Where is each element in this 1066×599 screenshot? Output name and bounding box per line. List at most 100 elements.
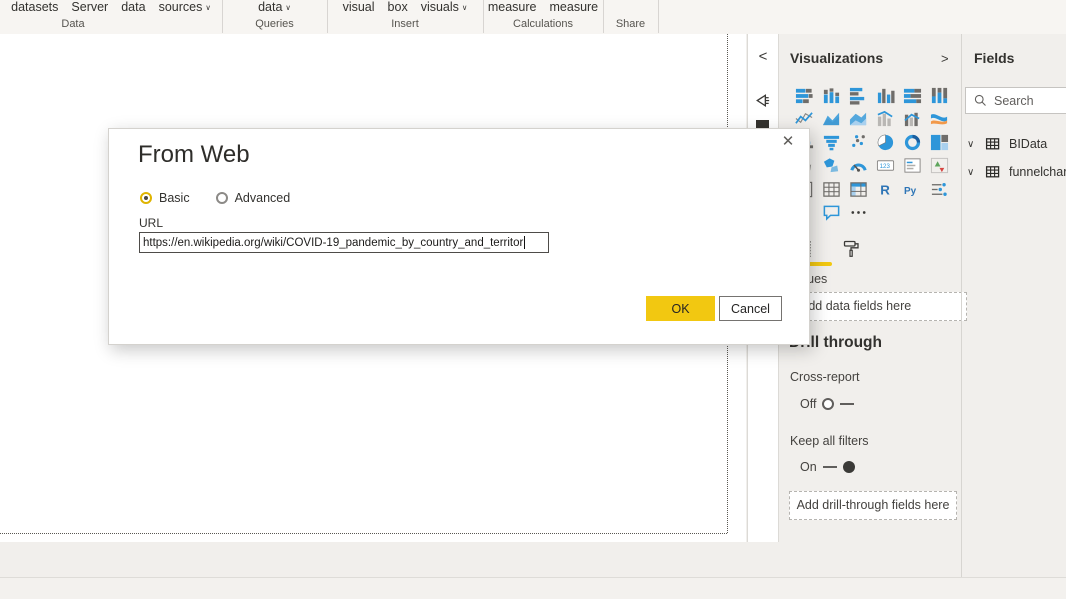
- ribbon-item-data[interactable]: data: [121, 0, 145, 14]
- ribbon-group-label: Share: [616, 18, 645, 30]
- ribbon-item-datasets[interactable]: datasets: [11, 0, 58, 14]
- keep-all-filters-label: Keep all filters: [790, 434, 869, 448]
- ribbon-group-share: Share: [603, 0, 659, 33]
- ribbon-items-calculations: measure measure: [488, 0, 598, 14]
- viz-key-influencers-icon[interactable]: [926, 178, 953, 200]
- search-icon: [973, 93, 988, 108]
- ribbon-items-data: datasets Server data sources∨: [11, 0, 211, 14]
- viz-stacked-area-chart-icon[interactable]: [845, 108, 872, 130]
- chevron-down-icon[interactable]: ∨: [967, 139, 977, 150]
- search-placeholder: Search: [994, 94, 1034, 108]
- mode-radio-group: Basic Advanced: [140, 191, 290, 205]
- viz-ribbon-chart-icon[interactable]: [926, 108, 953, 130]
- ribbon-group-data: datasetsServerdatasources∨ Data: [0, 0, 223, 33]
- radio-basic-label: Basic: [159, 191, 190, 205]
- ribbon-group-label: Insert: [391, 18, 419, 30]
- collapsed-pane-icon[interactable]: [756, 120, 769, 128]
- viz-python-visual-icon[interactable]: Py: [899, 178, 926, 200]
- table-icon: [985, 136, 1001, 152]
- chevron-down-icon[interactable]: ∨: [967, 167, 977, 178]
- dropdown-caret-icon: ∨: [205, 3, 211, 12]
- ribbon-group-label: Calculations: [513, 18, 573, 30]
- toggle-track-icon: [823, 466, 837, 468]
- viz-area-chart-icon[interactable]: [818, 108, 845, 130]
- add-data-fields-dropzone[interactable]: Add data fields here: [789, 292, 967, 321]
- viz-card-icon[interactable]: 123: [872, 155, 899, 177]
- filter-funnel-icon[interactable]: [753, 92, 772, 116]
- ribbon-group-label: Queries: [255, 18, 294, 30]
- ribbon-item-sources[interactable]: sources∨: [159, 0, 211, 14]
- url-input[interactable]: https://en.wikipedia.org/wiki/COVID-19_p…: [139, 232, 549, 253]
- toggle-on-knob-icon: [843, 461, 855, 473]
- viz-q-and-a-icon[interactable]: [818, 202, 845, 224]
- ribbon-item-measure[interactable]: measure: [550, 0, 599, 14]
- toggle-track-icon: [840, 403, 854, 405]
- dialog-title: From Web: [138, 141, 250, 169]
- radio-advanced[interactable]: Advanced: [216, 191, 291, 205]
- from-web-dialog: ✕ From Web Basic Advanced URL https://en…: [108, 128, 810, 345]
- table-icon: [985, 164, 1001, 180]
- viz-icon-grid: 123 R Py: [791, 84, 953, 225]
- viz-matrix-icon[interactable]: [845, 178, 872, 200]
- svg-text:Py: Py: [904, 185, 917, 196]
- viz-donut-chart-icon[interactable]: [899, 131, 926, 153]
- viz-clustered-bar-chart-icon[interactable]: [845, 84, 872, 106]
- powerbi-window: datasetsServerdatasources∨ Data data∨ Qu…: [0, 0, 1066, 599]
- viz-stacked-bar-chart-icon[interactable]: [791, 84, 818, 106]
- url-value: https://en.wikipedia.org/wiki/COVID-19_p…: [143, 237, 523, 249]
- viz-treemap-icon[interactable]: [926, 131, 953, 153]
- viz-funnel-chart-icon[interactable]: [818, 131, 845, 153]
- svg-text:R: R: [880, 182, 890, 197]
- add-drill-through-fields-dropzone[interactable]: Add drill-through fields here: [789, 491, 957, 520]
- viz-line-chart-icon[interactable]: [791, 108, 818, 130]
- radio-selected-icon: [140, 192, 152, 204]
- field-table-label: BIData: [1009, 137, 1047, 151]
- viz-gauge-icon[interactable]: [845, 155, 872, 177]
- radio-basic[interactable]: Basic: [140, 191, 190, 205]
- viz-scatter-chart-icon[interactable]: [845, 131, 872, 153]
- ribbon-item-visuals[interactable]: visuals∨: [421, 0, 468, 14]
- cross-report-toggle[interactable]: Off: [800, 397, 854, 411]
- ribbon: datasetsServerdatasources∨ Data data∨ Qu…: [0, 0, 1066, 35]
- keep-all-filters-toggle[interactable]: On: [800, 460, 855, 474]
- status-bar: [0, 577, 1066, 599]
- viz-clustered-column-chart-icon[interactable]: [872, 84, 899, 106]
- viz-stacked-column-100-icon[interactable]: [926, 84, 953, 106]
- close-icon[interactable]: ✕: [780, 134, 796, 150]
- viz-kpi-icon[interactable]: [926, 155, 953, 177]
- ribbon-item-box[interactable]: box: [388, 0, 408, 14]
- viz-line-and-stacked-column-chart-icon[interactable]: [872, 108, 899, 130]
- ribbon-item-Server[interactable]: Server: [71, 0, 108, 14]
- ribbon-group-queries: data∨ Queries: [222, 0, 328, 33]
- ribbon-item-data[interactable]: data∨: [258, 0, 291, 14]
- dropdown-caret-icon: ∨: [462, 3, 468, 12]
- viz-pie-chart-icon[interactable]: [872, 131, 899, 153]
- ribbon-group-calculations: measure measure Calculations: [483, 0, 604, 33]
- viz-stacked-bar-100-icon[interactable]: [899, 84, 926, 106]
- cancel-button[interactable]: Cancel: [719, 296, 782, 321]
- viz-multi-row-card-icon[interactable]: [899, 155, 926, 177]
- ribbon-item-visual[interactable]: visual: [343, 0, 375, 14]
- ok-button[interactable]: OK: [646, 296, 715, 321]
- expand-filters-chevron-icon[interactable]: <: [748, 48, 778, 65]
- url-label: URL: [139, 216, 163, 230]
- radio-unselected-icon: [216, 192, 228, 204]
- dropdown-caret-icon: ∨: [285, 3, 291, 12]
- canvas-page-border-bottom: [0, 533, 727, 534]
- viz-table-icon[interactable]: [818, 178, 845, 200]
- visualizations-title: Visualizations: [790, 50, 883, 66]
- viz-stacked-column-chart-icon[interactable]: [818, 84, 845, 106]
- viz-line-and-clustered-column-chart-icon[interactable]: [899, 108, 926, 130]
- fields-title: Fields: [974, 50, 1014, 66]
- fields-search-input[interactable]: Search: [965, 87, 1066, 114]
- viz-more-visuals-icon[interactable]: [845, 202, 872, 224]
- field-table-BIData[interactable]: ∨ BIData: [962, 130, 1066, 158]
- ribbon-item-measure[interactable]: measure: [488, 0, 537, 14]
- text-cursor: [524, 236, 525, 249]
- viz-filled-map-icon[interactable]: [818, 155, 845, 177]
- tab-format[interactable]: [840, 238, 862, 260]
- field-table-funnelchart[interactable]: ∨funnelchart: [962, 158, 1066, 186]
- toggle-off-knob-icon: [822, 398, 834, 410]
- viz-r-script-icon[interactable]: R: [872, 178, 899, 200]
- collapse-visualizations-chevron-icon[interactable]: >: [941, 51, 949, 66]
